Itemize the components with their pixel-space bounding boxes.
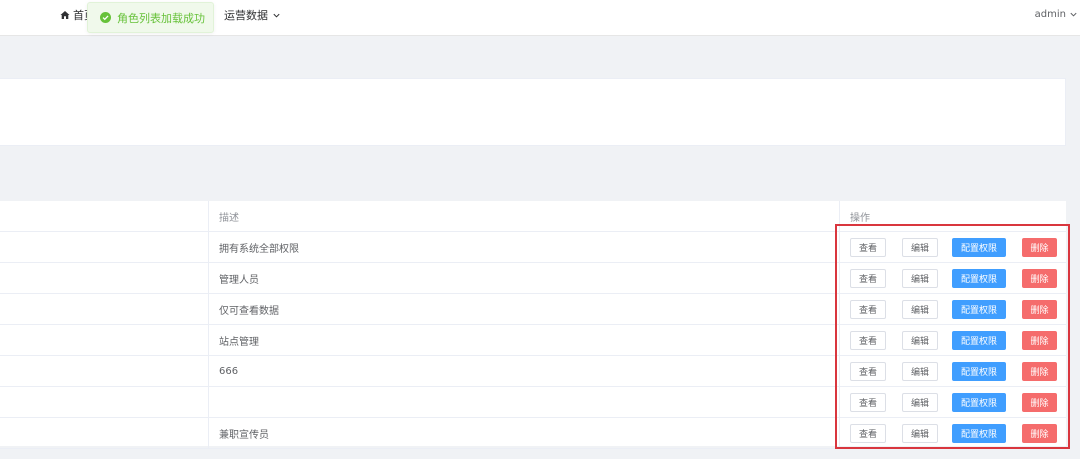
column-header-actions: 操作	[839, 201, 1066, 231]
configure-permissions-button[interactable]: 配置权限	[952, 362, 1006, 381]
nav-ops-label: 运营数据	[224, 9, 268, 22]
row-actions: 查看 编辑 配置权限 删除	[839, 325, 1066, 355]
table-row: 仅可查看数据 查看 编辑 配置权限 删除	[0, 294, 1066, 325]
edit-button[interactable]: 编辑	[902, 300, 938, 319]
toast-message: 角色列表加载成功	[117, 11, 205, 25]
view-button[interactable]: 查看	[850, 269, 886, 288]
row-actions: 查看 编辑 配置权限 删除	[839, 387, 1066, 417]
role-description: 拥有系统全部权限	[208, 232, 839, 262]
role-description: 管理人员	[208, 263, 839, 293]
role-description	[208, 387, 839, 417]
edit-button[interactable]: 编辑	[902, 238, 938, 257]
configure-permissions-button[interactable]: 配置权限	[952, 300, 1006, 319]
row-actions: 查看 编辑 配置权限 删除	[839, 263, 1066, 293]
view-button[interactable]: 查看	[850, 331, 886, 350]
role-description: 站点管理	[208, 325, 839, 355]
edit-button[interactable]: 编辑	[902, 362, 938, 381]
role-description: 仅可查看数据	[208, 294, 839, 324]
delete-button[interactable]: 删除	[1022, 393, 1057, 412]
success-toast: 角色列表加载成功	[87, 2, 214, 33]
check-circle-icon	[100, 12, 111, 23]
role-table: 描述 操作 拥有系统全部权限 查看 编辑 配置权限 删除 管理人员 查看 编辑 配置权限 删除 仅可…	[0, 201, 1066, 449]
column-header-description: 描述	[208, 201, 839, 231]
view-button[interactable]: 查看	[850, 300, 886, 319]
table-row: 拥有系统全部权限 查看 编辑 配置权限 删除	[0, 232, 1066, 263]
delete-button[interactable]: 删除	[1022, 331, 1057, 350]
view-button[interactable]: 查看	[850, 362, 886, 381]
view-button[interactable]: 查看	[850, 424, 886, 443]
edit-button[interactable]: 编辑	[902, 424, 938, 443]
configure-permissions-button[interactable]: 配置权限	[952, 393, 1006, 412]
role-description: 兼职宣传员	[208, 418, 839, 448]
delete-button[interactable]: 删除	[1022, 300, 1057, 319]
search-panel	[0, 78, 1066, 146]
chevron-down-icon	[273, 13, 280, 18]
configure-permissions-button[interactable]: 配置权限	[952, 269, 1006, 288]
delete-button[interactable]: 删除	[1022, 269, 1057, 288]
edit-button[interactable]: 编辑	[902, 269, 938, 288]
view-button[interactable]: 查看	[850, 238, 886, 257]
view-button[interactable]: 查看	[850, 393, 886, 412]
delete-button[interactable]: 删除	[1022, 238, 1057, 257]
table-row: 管理人员 查看 编辑 配置权限 删除	[0, 263, 1066, 294]
row-actions: 查看 编辑 配置权限 删除	[839, 294, 1066, 324]
configure-permissions-button[interactable]: 配置权限	[952, 424, 1006, 443]
nav-ops-menu[interactable]: 运营数据	[224, 7, 281, 23]
delete-button[interactable]: 删除	[1022, 362, 1057, 381]
table-row: 查看 编辑 配置权限 删除	[0, 387, 1066, 418]
configure-permissions-button[interactable]: 配置权限	[952, 238, 1006, 257]
row-actions: 查看 编辑 配置权限 删除	[839, 356, 1066, 386]
home-icon	[60, 11, 70, 19]
chevron-down-icon	[1070, 12, 1077, 17]
table-header: 描述 操作	[0, 201, 1066, 232]
row-actions: 查看 编辑 配置权限 删除	[839, 232, 1066, 262]
configure-permissions-button[interactable]: 配置权限	[952, 331, 1006, 350]
edit-button[interactable]: 编辑	[902, 393, 938, 412]
role-description: 666	[208, 356, 839, 386]
table-row: 666 查看 编辑 配置权限 删除	[0, 356, 1066, 387]
table-row: 兼职宣传员 查看 编辑 配置权限 删除	[0, 418, 1066, 449]
user-name: admin	[1034, 8, 1066, 20]
row-actions: 查看 编辑 配置权限 删除	[839, 418, 1066, 448]
user-menu[interactable]: admin	[1035, 6, 1078, 22]
delete-button[interactable]: 删除	[1022, 424, 1057, 443]
table-row: 站点管理 查看 编辑 配置权限 删除	[0, 325, 1066, 356]
edit-button[interactable]: 编辑	[902, 331, 938, 350]
